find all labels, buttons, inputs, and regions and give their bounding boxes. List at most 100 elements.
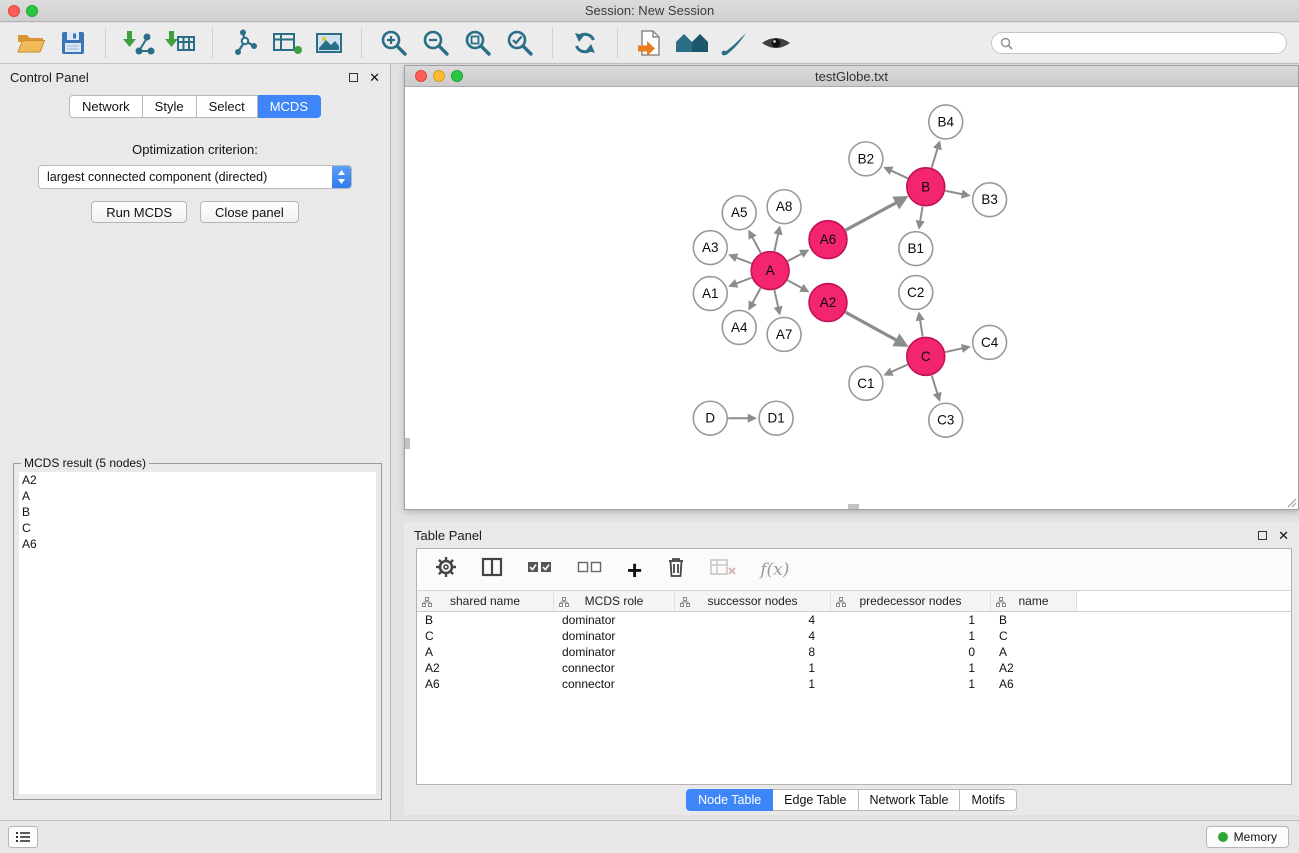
edge-C-C1[interactable] (886, 365, 908, 375)
column-header-name[interactable]: name (991, 591, 1077, 611)
column-header-successor-nodes[interactable]: successor nodes (675, 591, 831, 611)
network-table-button[interactable] (268, 26, 306, 60)
criterion-dropdown[interactable]: largest connected component (directed) (38, 165, 352, 189)
result-item-c[interactable]: C (19, 520, 376, 536)
edge-C-C2[interactable] (919, 314, 922, 336)
network-close-button[interactable] (415, 70, 427, 82)
cell-name[interactable]: B (991, 613, 1077, 627)
edge-A-A1[interactable] (731, 278, 752, 286)
cell-name[interactable]: A6 (991, 677, 1077, 691)
open-session-button[interactable] (12, 26, 50, 60)
canvas-scrollbar-vertical[interactable] (405, 438, 410, 449)
cell-successor-nodes[interactable]: 8 (675, 645, 831, 659)
deselect-all-button[interactable] (577, 560, 603, 579)
column-header-predecessor-nodes[interactable]: predecessor nodes (831, 591, 991, 611)
edge-A-A2[interactable] (788, 280, 807, 291)
network-minimize-button[interactable] (433, 70, 445, 82)
column-header-shared-name[interactable]: shared name (417, 591, 554, 611)
import-network-button[interactable] (119, 26, 157, 60)
table-panel-float-icon[interactable] (1258, 531, 1267, 540)
zoom-out-button[interactable] (417, 26, 455, 60)
panel-list-button[interactable] (8, 826, 38, 848)
tab-network[interactable]: Network (69, 95, 143, 118)
edge-B-B3[interactable] (945, 191, 968, 196)
cell-name[interactable]: A (991, 645, 1077, 659)
style-brush-button[interactable] (715, 26, 753, 60)
eye-button[interactable] (757, 26, 795, 60)
table-row-c[interactable]: Cdominator41C (417, 628, 1291, 644)
add-row-button[interactable]: + (627, 560, 642, 580)
zoom-window-button[interactable] (26, 5, 38, 17)
export-image-button[interactable] (310, 26, 348, 60)
tab-select[interactable]: Select (197, 95, 258, 118)
tab-node-table[interactable]: Node Table (686, 789, 773, 811)
cell-successor-nodes[interactable]: 4 (675, 613, 831, 627)
edge-A-A5[interactable] (750, 232, 761, 253)
home-button[interactable] (673, 26, 711, 60)
edge-A-A4[interactable] (750, 288, 761, 308)
tab-network-table[interactable]: Network Table (859, 789, 961, 811)
tab-motifs[interactable]: Motifs (960, 789, 1016, 811)
network-window-titlebar[interactable]: testGlobe.txt (405, 66, 1298, 87)
float-panel-icon[interactable] (349, 73, 358, 82)
cell-name[interactable]: A2 (991, 661, 1077, 675)
edge-C-C3[interactable] (932, 375, 939, 399)
zoom-selected-button[interactable] (501, 26, 539, 60)
zoom-in-button[interactable] (375, 26, 413, 60)
save-session-button[interactable] (54, 26, 92, 60)
memory-button[interactable]: Memory (1206, 826, 1289, 848)
create-column-button[interactable] (481, 557, 503, 582)
cell-predecessor-nodes[interactable]: 1 (831, 661, 991, 675)
cell-mcds-role[interactable]: dominator (554, 613, 675, 627)
table-row-a2[interactable]: A2connector11A2 (417, 660, 1291, 676)
edge-B-B2[interactable] (886, 168, 908, 178)
table-settings-button[interactable] (435, 556, 457, 583)
table-row-a[interactable]: Adominator80A (417, 644, 1291, 660)
close-panel-button[interactable]: Close panel (200, 201, 299, 223)
result-item-a6[interactable]: A6 (19, 536, 376, 552)
network-share-button[interactable] (226, 26, 264, 60)
column-header-mcds-role[interactable]: MCDS role (554, 591, 675, 611)
tab-mcds[interactable]: MCDS (258, 95, 321, 118)
table-row-b[interactable]: Bdominator41B (417, 612, 1291, 628)
delete-row-button[interactable] (666, 556, 686, 583)
tab-edge-table[interactable]: Edge Table (773, 789, 858, 811)
resize-grip-icon[interactable] (1285, 496, 1297, 508)
cell-successor-nodes[interactable]: 4 (675, 629, 831, 643)
table-panel-close-icon[interactable]: ✕ (1278, 529, 1289, 542)
refresh-button[interactable] (566, 26, 604, 60)
function-builder-button[interactable]: f(x) (760, 560, 789, 580)
cell-mcds-role[interactable]: connector (554, 661, 675, 675)
delete-table-button[interactable] (710, 558, 736, 581)
cell-predecessor-nodes[interactable]: 1 (831, 613, 991, 627)
edge-A-A6[interactable] (788, 251, 807, 261)
mcds-result-list[interactable]: A2ABCA6 (19, 472, 376, 794)
cell-mcds-role[interactable]: dominator (554, 629, 675, 643)
result-item-a[interactable]: A (19, 488, 376, 504)
network-zoom-button[interactable] (451, 70, 463, 82)
tab-style[interactable]: Style (143, 95, 197, 118)
cell-predecessor-nodes[interactable]: 0 (831, 645, 991, 659)
canvas-scrollbar-horizontal[interactable] (848, 504, 859, 509)
edge-C-C4[interactable] (945, 347, 968, 352)
close-window-button[interactable] (8, 5, 20, 17)
edge-A6-B[interactable] (846, 198, 905, 230)
select-all-button[interactable] (527, 560, 553, 579)
cell-shared-name[interactable]: B (417, 613, 554, 627)
table-row-a6[interactable]: A6connector11A6 (417, 676, 1291, 692)
edge-A-A3[interactable] (731, 256, 752, 264)
cell-mcds-role[interactable]: dominator (554, 645, 675, 659)
cell-shared-name[interactable]: A6 (417, 677, 554, 691)
edge-B-B1[interactable] (919, 206, 922, 227)
cell-predecessor-nodes[interactable]: 1 (831, 677, 991, 691)
network-graph[interactable]: B4B2BB3A5A8A6B1A3AC2A1A2A4A7C4CC1C3DD1 (405, 88, 1298, 509)
edge-B-B4[interactable] (932, 143, 940, 168)
network-canvas[interactable]: B4B2BB3A5A8A6B1A3AC2A1A2A4A7C4CC1C3DD1 (405, 88, 1298, 509)
edge-A2-C[interactable] (845, 312, 904, 345)
search-input[interactable] (1018, 36, 1278, 50)
cell-shared-name[interactable]: A (417, 645, 554, 659)
search-field[interactable] (991, 32, 1287, 54)
import-table-button[interactable] (161, 26, 199, 60)
result-item-a2[interactable]: A2 (19, 472, 376, 488)
result-item-b[interactable]: B (19, 504, 376, 520)
